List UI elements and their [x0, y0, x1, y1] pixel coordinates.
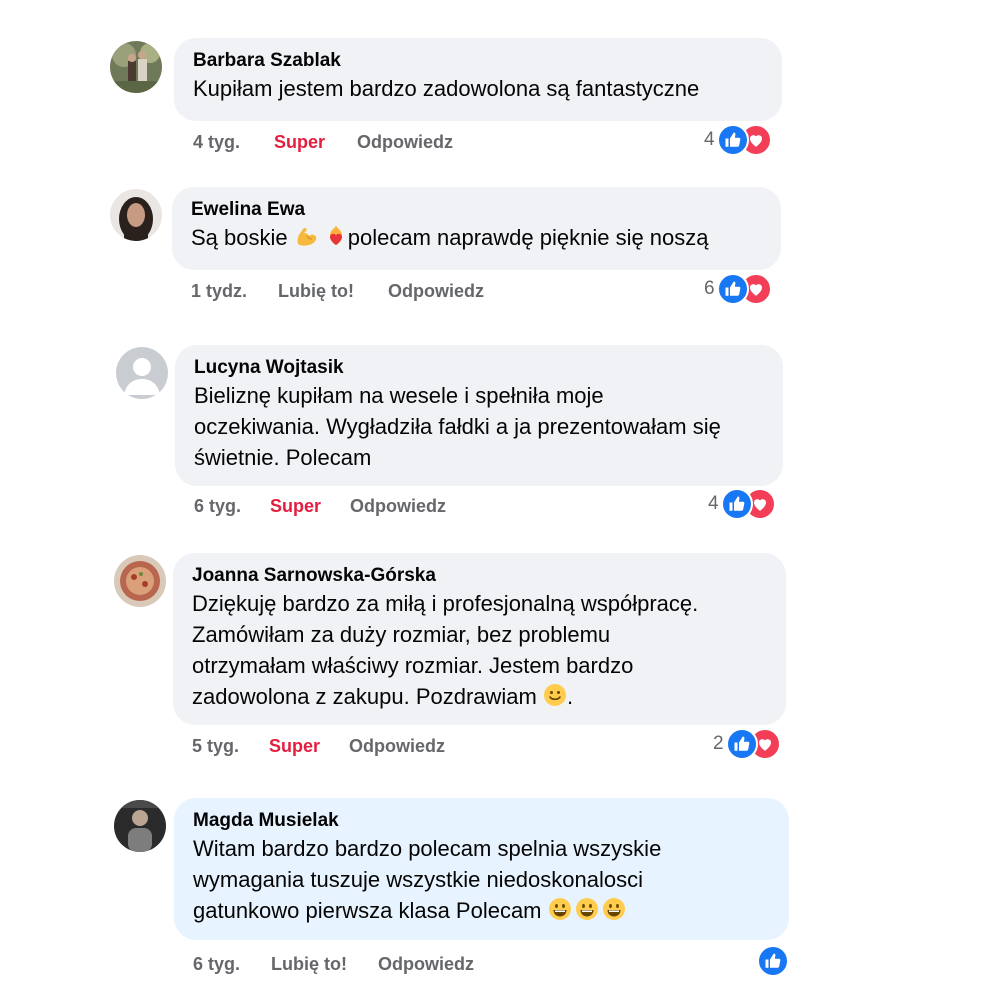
- comment-text: Kupiłam jestem bardzo zadowolona są fant…: [193, 76, 700, 101]
- comment-bubble: Lucyna Wojtasik Bieliznę kupiłam na wese…: [175, 345, 783, 486]
- thumbs-up-icon: [716, 273, 749, 305]
- flexed-biceps-emoji: [294, 224, 318, 248]
- comment-text-line: otrzymałam właściwy rozmiar. Jestem bard…: [192, 653, 634, 678]
- avatar[interactable]: [114, 555, 166, 607]
- comment-text-part: Są boskie: [191, 225, 294, 250]
- comment-text-part: zadowolona z zakupu. Pozdrawiam: [192, 684, 543, 709]
- comment-text-line: zadowolona z zakupu. Pozdrawiam .: [192, 681, 767, 712]
- comment-text-part: .: [566, 684, 574, 709]
- reaction-count: 4: [704, 129, 715, 150]
- comment-text-part: gatunkowo pierwsza klasa Polecam: [193, 898, 548, 923]
- comment-author[interactable]: Magda Musielak: [193, 809, 770, 833]
- comment-time[interactable]: 1 tydz.: [191, 280, 247, 302]
- reply-button[interactable]: Odpowiedz: [350, 495, 446, 517]
- comment-text-line: Zamówiłam za duży rozmiar, bez problemu: [192, 622, 611, 647]
- comment-bubble: Barbara Szablak Kupiłam jestem bardzo za…: [174, 38, 782, 121]
- comment-time[interactable]: 6 tyg.: [194, 495, 241, 517]
- thumbs-up-icon: [716, 124, 749, 156]
- avatar[interactable]: [110, 41, 162, 93]
- comment-author[interactable]: Ewelina Ewa: [191, 198, 762, 222]
- comment-bubble: Magda Musielak Witam bardzo bardzo polec…: [174, 798, 789, 940]
- comment-text-line: gatunkowo pierwsza klasa Polecam: [193, 895, 770, 926]
- thumbs-up-icon: [720, 488, 753, 520]
- comment-text-line: Dziękuję bardzo za miłą i profesjonalną …: [192, 591, 699, 616]
- reply-button[interactable]: Odpowiedz: [378, 953, 474, 975]
- comment-author[interactable]: Joanna Sarnowska-Górska: [192, 564, 767, 588]
- reaction-summary[interactable]: [757, 945, 789, 977]
- reaction-button[interactable]: Super: [270, 495, 321, 517]
- comment-time[interactable]: 6 tyg.: [193, 953, 240, 975]
- reaction-summary[interactable]: 4: [708, 488, 776, 520]
- reply-button[interactable]: Odpowiedz: [388, 280, 484, 302]
- comment-author[interactable]: Lucyna Wojtasik: [194, 356, 764, 380]
- comment-text-line: Witam bardzo bardzo polecam spelnia wszy…: [193, 836, 662, 861]
- avatar[interactable]: [110, 189, 162, 241]
- comment-text-line: świetnie. Polecam: [194, 445, 372, 470]
- reaction-button[interactable]: Lubię to!: [278, 280, 354, 302]
- grinning-face-emoji: [575, 897, 599, 921]
- reaction-summary[interactable]: 6: [704, 273, 772, 305]
- comment-text-line: Bieliznę kupiłam na wesele i spełniła mo…: [194, 383, 604, 408]
- comment-text-line: wymagania tuszuje wszystkie niedoskonalo…: [193, 867, 643, 892]
- reaction-summary[interactable]: 4: [704, 124, 772, 156]
- reaction-count: 6: [704, 278, 715, 299]
- thumbs-up-icon: [757, 945, 789, 977]
- reply-button[interactable]: Odpowiedz: [357, 131, 453, 153]
- comment-bubble: Joanna Sarnowska-Górska Dziękuję bardzo …: [173, 553, 786, 725]
- reply-button[interactable]: Odpowiedz: [349, 735, 445, 757]
- reaction-count: 2: [713, 733, 724, 754]
- avatar[interactable]: [116, 347, 168, 399]
- comment-author[interactable]: Barbara Szablak: [193, 49, 763, 73]
- reaction-summary[interactable]: 2: [713, 728, 781, 760]
- comment-text-part: polecam naprawdę pięknie się noszą: [347, 225, 709, 250]
- grinning-face-emoji: [548, 897, 572, 921]
- comment-time[interactable]: 5 tyg.: [192, 735, 239, 757]
- heart-on-fire-emoji: [324, 224, 348, 248]
- comment-bubble: Ewelina Ewa Są boskie polecam naprawdę p…: [172, 187, 781, 270]
- comment-time[interactable]: 4 tyg.: [193, 131, 240, 153]
- reaction-button[interactable]: Super: [274, 131, 325, 153]
- comment-text-line: oczekiwania. Wygładziła fałdki a ja prez…: [194, 414, 721, 439]
- thumbs-up-icon: [725, 728, 758, 760]
- reaction-button[interactable]: Lubię to!: [271, 953, 347, 975]
- reaction-count: 4: [708, 493, 719, 514]
- smiling-face-emoji: [543, 683, 567, 707]
- avatar[interactable]: [114, 800, 166, 852]
- grinning-face-emoji: [602, 897, 626, 921]
- reaction-button[interactable]: Super: [269, 735, 320, 757]
- comment-text: Są boskie polecam naprawdę pięknie się n…: [191, 222, 762, 253]
